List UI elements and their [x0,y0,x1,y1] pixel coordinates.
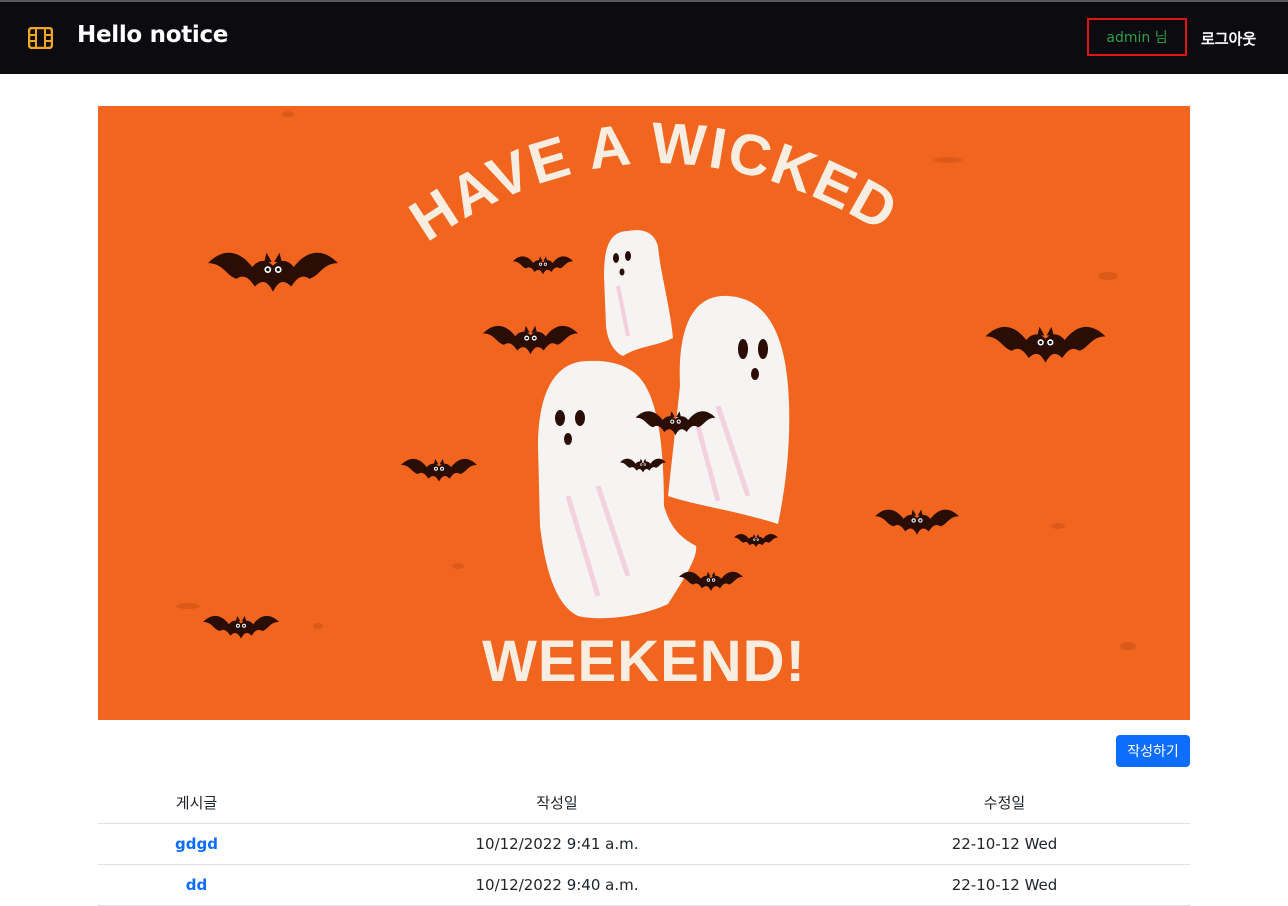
post-title-cell: gdgd [98,823,295,865]
modified-date-cell: 22-10-12 Wed [819,864,1190,906]
logout-link[interactable]: 로그아웃 [1201,28,1256,49]
username-label: admin 님 [1106,30,1168,46]
created-date-cell: 10/12/2022 9:41 a.m. [295,823,819,865]
table-row: gdgd 10/12/2022 9:41 a.m. 22-10-12 Wed [98,823,1190,865]
top-navbar: Hello notice admin 님 로그아웃 [0,2,1288,74]
modified-date-cell: 22-10-12 Wed [819,823,1190,865]
table-header-row: 게시글 작성일 수정일 [98,782,1190,824]
halloween-banner: HAVE A WICKED WEEKEND! [98,106,1190,720]
column-header-created: 작성일 [295,782,819,824]
brand-title[interactable]: Hello notice [77,22,228,48]
column-header-modified: 수정일 [819,782,1190,824]
banner-headline-bottom: WEEKEND! [482,629,806,694]
post-title-cell: dd [98,864,295,906]
post-title-link[interactable]: dd [186,876,207,894]
current-user: admin 님 [1087,18,1187,56]
write-post-button[interactable]: 작성하기 [1116,735,1190,767]
column-header-post: 게시글 [98,782,295,824]
post-title-link[interactable]: gdgd [175,835,218,853]
film-icon[interactable] [27,26,54,50]
created-date-cell: 10/12/2022 9:40 a.m. [295,864,819,906]
post-table: 게시글 작성일 수정일 gdgd 10/12/2022 9:41 a.m. 22… [98,782,1190,906]
ghost-right [668,295,790,524]
table-row: dd 10/12/2022 9:40 a.m. 22-10-12 Wed [98,864,1190,906]
